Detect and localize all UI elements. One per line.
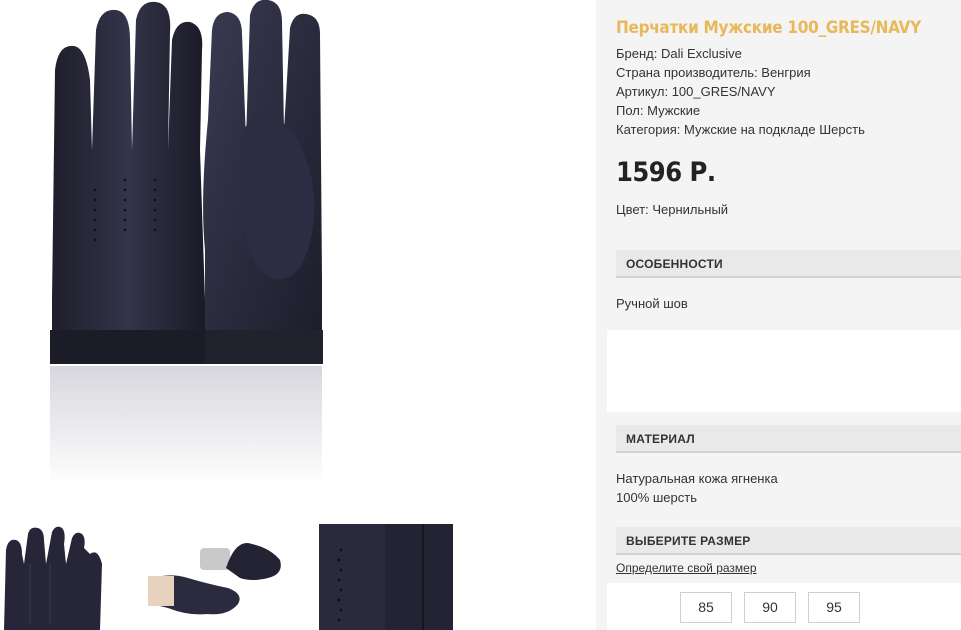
features-section-header[interactable]: ОСОБЕННОСТИ: [616, 250, 961, 278]
product-price: 1596 Р.: [616, 157, 716, 188]
thumbnail-1[interactable]: [0, 524, 105, 630]
thumbnail-3[interactable]: [319, 524, 453, 630]
material-section-header[interactable]: МАТЕРИАЛ: [616, 425, 961, 453]
gender-line: Пол: Мужские: [616, 103, 701, 118]
features-heading: ОСОБЕННОСТИ: [626, 257, 723, 271]
brand-line: Бренд: Dali Exclusive: [616, 46, 742, 61]
size-options: 85 90 95: [607, 583, 961, 630]
size-heading: ВЫБЕРИТЕ РАЗМЕР: [626, 534, 751, 548]
glove-detail-thumb: [319, 524, 453, 630]
country-line: Страна производитель: Венгрия: [616, 65, 811, 80]
product-color: Цвет: Чернильный: [616, 202, 729, 217]
size-option-85[interactable]: 85: [680, 592, 732, 623]
features-text: Ручной шов: [616, 296, 688, 311]
material-heading: МАТЕРИАЛ: [626, 432, 695, 446]
product-title: Перчатки Мужские 100_GRES/NAVY: [616, 18, 921, 38]
main-product-image[interactable]: [0, 0, 596, 520]
size-option-90[interactable]: 90: [744, 592, 796, 623]
category-line: Категория: Мужские на подкладе Шерсть: [616, 122, 865, 137]
material-text: Натуральная кожа ягненка 100% шерсть: [616, 469, 778, 507]
gloves-pair-thumb: [0, 524, 105, 630]
thumbnail-strip: [0, 524, 596, 630]
material-line-2: 100% шерсть: [616, 490, 697, 505]
product-info-panel: Перчатки Мужские 100_GRES/NAVY Бренд: Da…: [596, 0, 961, 630]
thumbnail-2[interactable]: [148, 524, 288, 630]
empty-panel: [607, 330, 961, 412]
article-line: Артикул: 100_GRES/NAVY: [616, 84, 776, 99]
size-guide-link[interactable]: Определите свой размер: [616, 561, 757, 575]
size-option-95[interactable]: 95: [808, 592, 860, 623]
gloves-photo: [50, 0, 323, 486]
product-properties: Бренд: Dali Exclusive Страна производите…: [616, 44, 865, 139]
material-line-1: Натуральная кожа ягненка: [616, 471, 778, 486]
size-section-header[interactable]: ВЫБЕРИТЕ РАЗМЕР: [616, 527, 961, 555]
gloves-worn-thumb: [148, 524, 288, 630]
